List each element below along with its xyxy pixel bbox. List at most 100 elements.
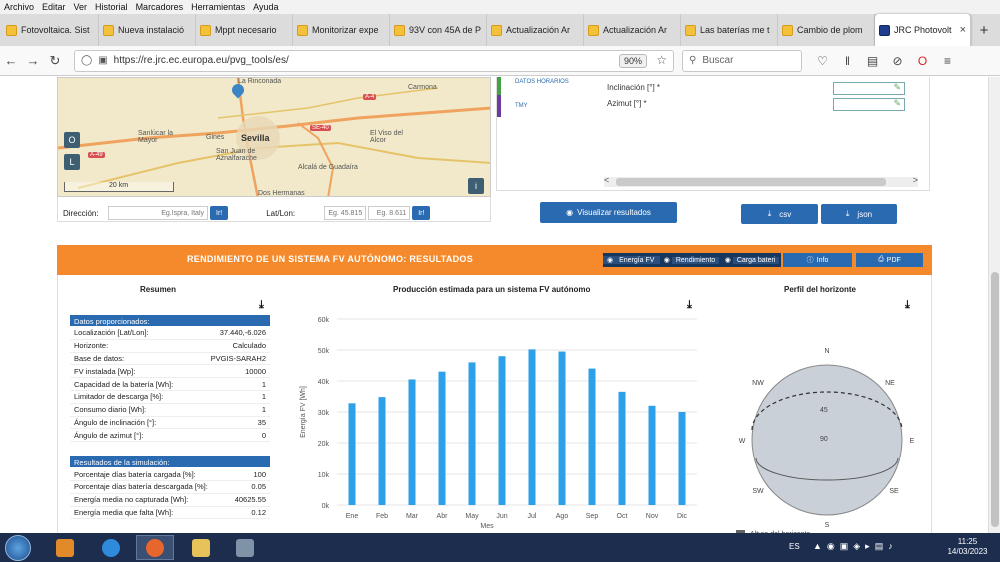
tab-energia-fv[interactable]: ◉ Energía FV [603, 256, 660, 264]
browser-tab-7[interactable]: Las baterías me t [681, 14, 778, 46]
start-button[interactable] [5, 535, 31, 561]
summary-row: Ángulo de inclinación [°]: 35 [70, 417, 270, 430]
x-tick-label: Oct [617, 513, 628, 520]
folder-icon [192, 538, 210, 557]
sidebar-icon[interactable]: ▤ [860, 54, 885, 68]
browser-tab-8[interactable]: Cambio de plom [778, 14, 875, 46]
tab-favicon-icon [103, 24, 114, 36]
map-btn-o[interactable]: O [64, 132, 80, 148]
map-roads [58, 78, 490, 196]
lon-input[interactable] [368, 206, 411, 220]
clock[interactable]: 11:25 14/03/2023 [940, 537, 995, 557]
browser-tab-0[interactable]: Fotovoltaica. Sist [2, 14, 99, 46]
bookmark-star-icon[interactable]: ☆ [656, 53, 667, 67]
direccion-go-button[interactable]: Ir! [210, 206, 229, 220]
production-chart: 0k 10k 20k 30k 40k 50k 60k Ene Feb Mar Abr May Jun Ju… [300, 317, 697, 530]
back-icon[interactable]: ← [0, 53, 22, 68]
browser-tab-3[interactable]: Monitorizar expe [293, 14, 390, 46]
menu-item-2[interactable]: Ver [74, 2, 88, 12]
forward-icon[interactable]: → [22, 53, 44, 68]
inclinacion-input[interactable]: ✎ [833, 82, 905, 95]
url-text: https://re.jrc.ec.europa.eu/pvg_tools/es… [113, 55, 289, 66]
map-label-la-rinconada: La Rinconada [238, 78, 282, 85]
browser-tab-2[interactable]: Mppt necesario [196, 14, 293, 46]
lock-icon: ▣ [98, 55, 108, 66]
language-indicator[interactable]: ES [789, 542, 800, 551]
menu-item-4[interactable]: Marcadores [136, 2, 184, 12]
csv-button[interactable]: ⤓ csv [741, 204, 818, 224]
tab-rendimiento[interactable]: ◉ Rendimiento [660, 256, 721, 264]
taskbar-explorer[interactable] [182, 535, 220, 560]
tray-icons[interactable]: ▲◉▣◈▸▤♪ [813, 541, 898, 552]
opera-icon[interactable]: O [910, 54, 935, 68]
map-label-carmona: Carmona [408, 84, 437, 91]
summary-rows-results: Porcentaje días batería cargada [%]: 100 P… [70, 468, 270, 520]
url-bar[interactable]: ◯ ▣ https://re.jrc.ec.europa.eu/pvg_tool… [74, 49, 674, 72]
taskbar-calculator[interactable] [226, 535, 264, 560]
block-icon[interactable]: ⊘ [885, 54, 910, 68]
tab-favicon-icon [200, 24, 211, 36]
azimut-input[interactable]: ✎ [833, 98, 905, 111]
y-tick-label: 20k [318, 441, 330, 448]
pocket-icon[interactable]: ♡ [810, 54, 835, 68]
info-button[interactable]: ⓘ Info [783, 253, 852, 267]
map-scale: 20 km [64, 182, 174, 192]
json-button[interactable]: ⤓ json [821, 204, 897, 224]
menu-icon[interactable]: ≡ [935, 54, 960, 68]
map-label-san-juan: San Juan de Aznalfarache [216, 148, 257, 162]
summary-value: 0 [261, 430, 266, 440]
summary-key: Consumo diario [Wh]: [74, 405, 147, 415]
taskbar-media-player[interactable] [46, 535, 84, 560]
new-tab-icon[interactable]: + [971, 22, 997, 39]
browser-tab-5[interactable]: Actualización Ar [487, 14, 584, 46]
reload-icon[interactable]: ↻ [44, 53, 66, 69]
download-horizon-icon[interactable]: ⤓ [905, 299, 910, 312]
bar-Nov [648, 405, 656, 505]
search-input[interactable]: ⚲ Buscar [682, 49, 802, 72]
calculator-icon [236, 538, 254, 557]
summary-key: FV instalada [Wp]: [74, 366, 136, 376]
zoom-level[interactable]: 90% [618, 53, 647, 68]
options-hscroll[interactable]: < > [604, 175, 918, 187]
page-vscroll[interactable] [988, 77, 1000, 533]
map-btn-l[interactable]: L [64, 154, 80, 170]
page-vscroll-thumb[interactable] [991, 272, 999, 527]
direccion-input[interactable] [108, 206, 208, 220]
tmy-tab[interactable]: TMY [515, 103, 528, 109]
latlon-go-button[interactable]: Ir! [412, 206, 431, 220]
map-label-sevilla: Sevilla [241, 133, 270, 143]
close-tab-icon[interactable]: × [960, 24, 966, 36]
summary-key: Porcentaje días batería cargada [%]: [74, 469, 196, 479]
browser-tab-9[interactable]: JRC Photovolt × [875, 14, 971, 46]
taskbar-ie[interactable] [92, 535, 130, 560]
tab-carga-bateria[interactable]: ◉ Carga bateri [721, 256, 781, 264]
y-tick-label: 30k [318, 410, 330, 417]
menu-item-1[interactable]: Editar [42, 2, 66, 12]
browser-tab-1[interactable]: Nueva instalació [99, 14, 196, 46]
taskbar-firefox[interactable] [136, 535, 174, 560]
browser-tab-6[interactable]: Actualización Ar [584, 14, 681, 46]
resumen-title: Resumen [140, 285, 177, 294]
map-road-a49: A-49 [88, 152, 105, 158]
lat-input[interactable] [324, 206, 367, 220]
pdf-label: PDF [886, 256, 901, 264]
print-icon: ⎙ [878, 256, 884, 263]
map-btn-info[interactable]: i [468, 178, 484, 194]
hscroll-thumb[interactable] [616, 178, 886, 186]
visualizar-button[interactable]: ◉ Visualizar resultados [540, 202, 677, 223]
menu-item-6[interactable]: Ayuda [253, 2, 278, 12]
library-icon[interactable]: ‖ [835, 54, 860, 68]
browser-tab-4[interactable]: 93V con 45A de P [390, 14, 487, 46]
download-resumen-icon[interactable]: ⤓ [259, 299, 264, 312]
datos-horarios-tab[interactable]: DATOS HORARIOS [515, 79, 569, 85]
map-road-se40: SE-40 [310, 125, 331, 131]
pdf-button[interactable]: ⎙ PDF [856, 253, 923, 267]
summary-key: Capacidad de la batería [Wh]: [74, 379, 174, 389]
x-tick-label: Jul [528, 513, 537, 520]
map[interactable]: Sevilla La Rinconada Carmona Sanlúcar la… [57, 77, 491, 197]
location-row: Dirección: Ir! Lat/Lon: Ir! [63, 205, 493, 221]
clock-date: 14/03/2023 [947, 547, 988, 556]
menu-item-3[interactable]: Historial [95, 2, 128, 12]
menu-item-0[interactable]: Archivo [4, 2, 34, 12]
menu-item-5[interactable]: Herramientas [191, 2, 245, 12]
